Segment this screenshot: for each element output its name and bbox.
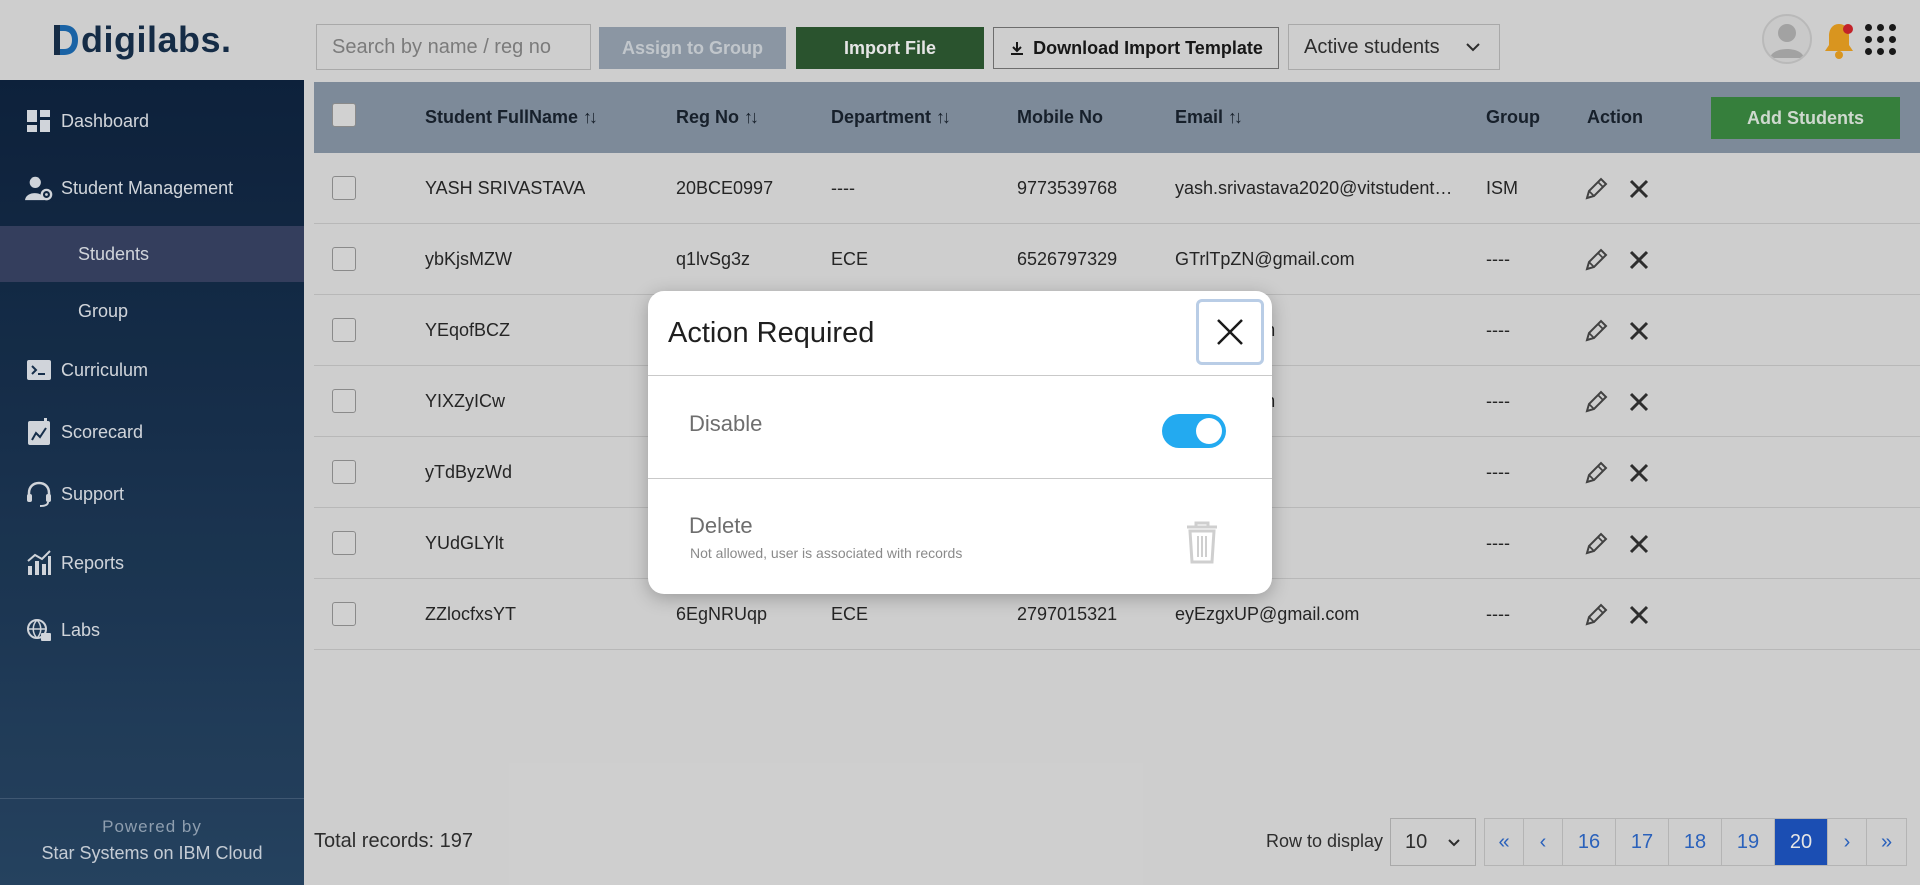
trash-icon [1187,521,1217,564]
delete-label: Delete [689,513,753,538]
disable-toggle[interactable] [1162,414,1226,448]
disable-label: Disable [689,411,763,436]
divider [648,375,1272,376]
close-button[interactable] [1196,299,1264,365]
action-required-modal: Action Required Disable Delete Not allow… [648,291,1272,594]
delete-disabled-note: Not allowed, user is associated with rec… [690,545,963,561]
toggle-knob [1196,418,1222,444]
divider [648,478,1272,479]
close-icon [1217,319,1243,345]
modal-title: Action Required [668,317,875,349]
